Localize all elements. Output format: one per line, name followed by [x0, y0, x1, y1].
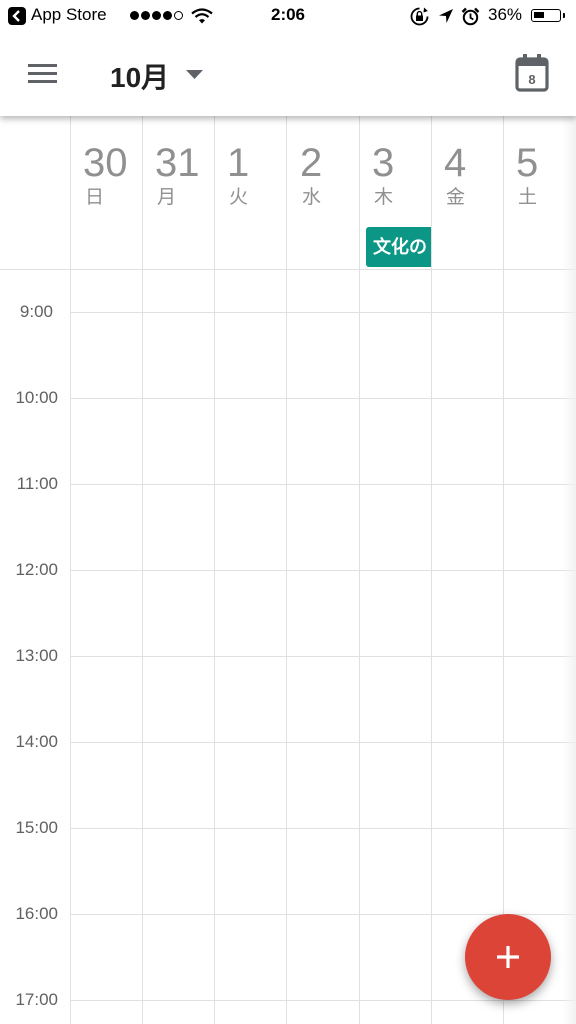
plus-icon	[497, 946, 519, 968]
status-bar: App Store 2:06 36%	[0, 0, 576, 32]
dropdown-caret-icon[interactable]	[186, 70, 203, 79]
hour-line	[70, 570, 576, 571]
battery-icon	[531, 9, 561, 22]
day-column-header[interactable]: 1 火	[214, 142, 286, 209]
alarm-icon	[461, 7, 480, 26]
day-number: 4	[444, 141, 467, 185]
location-arrow-icon	[439, 9, 453, 23]
day-number: 3	[372, 141, 395, 185]
hour-label: 13:00	[15, 646, 58, 665]
day-weekday: 火	[229, 187, 249, 208]
day-number: 31	[155, 141, 200, 185]
week-header: 30 日 31 月 1 火 2 水 3 木 4 金 5 土	[0, 116, 576, 270]
all-day-event[interactable]: 文化の	[366, 227, 431, 267]
add-event-button[interactable]	[465, 914, 551, 1000]
app-bar: 10月 8	[0, 32, 576, 116]
battery-percent: 36%	[488, 5, 523, 24]
month-title[interactable]: 10月	[110, 56, 169, 96]
hour-line	[70, 742, 576, 743]
hour-label: 14:00	[15, 732, 58, 751]
hamburger-menu-icon[interactable]	[28, 64, 58, 84]
hour-line	[70, 484, 576, 485]
hour-label: 16:00	[15, 904, 58, 923]
day-number: 2	[300, 141, 323, 185]
hour-line	[70, 312, 576, 313]
calendar-today-icon[interactable]: 8	[515, 54, 549, 92]
hour-line	[70, 656, 576, 657]
hour-line	[70, 1000, 576, 1001]
hour-label: 15:00	[15, 818, 58, 837]
hour-label: 11:00	[16, 474, 58, 493]
day-column-header[interactable]: 31 月	[142, 142, 214, 209]
hour-line	[70, 828, 576, 829]
day-column-header[interactable]: 30 日	[70, 142, 142, 209]
day-column-header[interactable]: 3 木	[359, 142, 431, 209]
scroll-edge-shadow	[562, 116, 576, 1024]
day-column-header[interactable]: 4 金	[431, 142, 503, 209]
header-divider	[0, 269, 576, 270]
hour-label: 17:00	[15, 990, 58, 1009]
day-column-header[interactable]: 2 水	[287, 142, 359, 209]
hour-label: 10:00	[15, 388, 58, 407]
today-date: 8	[528, 72, 535, 87]
battery-cap	[563, 13, 565, 18]
day-weekday: 水	[302, 187, 322, 208]
day-weekday: 日	[85, 187, 105, 208]
hour-label: 12:00	[15, 560, 58, 579]
hour-label: 9:00	[19, 302, 53, 321]
day-number: 30	[83, 141, 128, 185]
day-number: 1	[227, 141, 250, 185]
day-weekday: 木	[374, 187, 394, 208]
day-weekday: 金	[446, 187, 466, 208]
orientation-lock-icon	[410, 7, 429, 26]
hour-line	[70, 398, 576, 399]
day-weekday: 月	[157, 187, 177, 208]
